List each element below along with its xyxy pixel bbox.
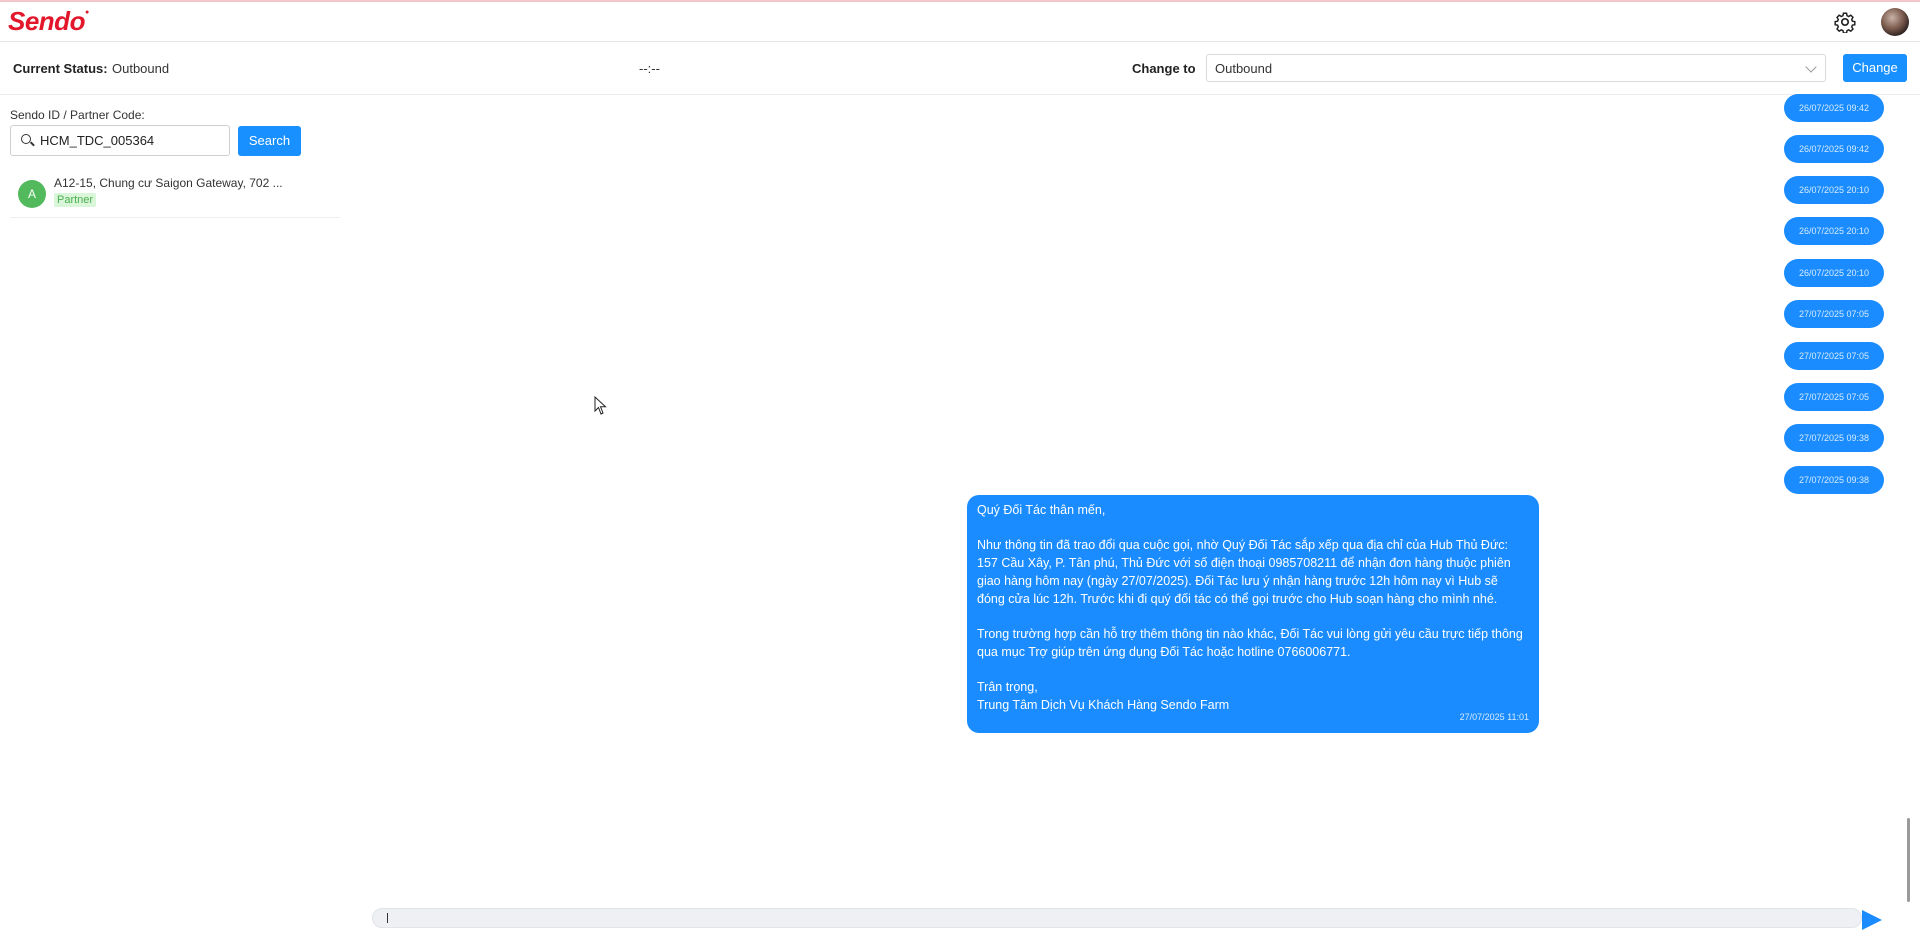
message-bubble: 26/07/2025 09:42 [1784,135,1884,163]
message-line [977,608,1529,626]
message-bubble: 26/07/2025 20:10 [1784,217,1884,245]
partner-name: A12-15, Chung cư Saigon Gateway, 702 ... [54,176,283,190]
message-line [977,520,1529,538]
message-line: Như thông tin đã trao đổi qua cuộc gọi, … [977,538,1515,606]
message-line: Trong trường hợp cần hỗ trợ thêm thông t… [977,626,1527,659]
message-line: Trân trọng, [977,680,1038,695]
message-bubble: 27/07/2025 07:05 [1784,300,1884,328]
mouse-cursor-icon [594,396,607,415]
message-bubble: 27/07/2025 09:38 [1784,424,1884,452]
partner-tag: Partner [54,193,97,207]
sidebar: Sendo ID / Partner Code: HCM_TDC_005364 … [0,96,345,921]
status-select[interactable]: Outbound [1206,54,1826,82]
sendo-logo[interactable]: Sendo● [8,6,89,37]
message-bubble: 26/07/2025 20:10 [1784,259,1884,287]
message-bubble: 27/07/2025 07:05 [1784,342,1884,370]
message-bubble: 27/07/2025 07:05 [1784,383,1884,411]
gear-icon[interactable] [1834,11,1856,33]
change-to-label: Change to [1132,61,1196,76]
status-select-value: Outbound [1215,61,1273,76]
change-button[interactable]: Change [1843,54,1907,82]
current-status-label: Current Status: [13,61,108,76]
current-status-value: Outbound [112,61,170,76]
partner-avatar: A [18,180,46,208]
top-header: Sendo● [0,2,1920,42]
message-line: Quý Đối Tác thân mến, [977,503,1106,517]
message-time: 27/07/2025 11:01 [1459,712,1529,723]
status-bar: Current Status: Outbound --:-- Change to… [0,43,1920,95]
search-label: Sendo ID / Partner Code: [10,108,145,122]
search-input[interactable]: HCM_TDC_005364 [10,125,230,156]
search-icon [21,134,31,144]
send-icon[interactable] [1862,910,1882,930]
partner-list-item[interactable]: A A12-15, Chung cư Saigon Gateway, 702 .… [10,174,340,218]
text-caret [387,913,388,923]
call-timer: --:-- [639,61,660,76]
message-input[interactable] [372,908,1862,928]
search-input-value: HCM_TDC_005364 [40,133,155,148]
chat-scrollbar[interactable] [1907,818,1910,902]
message-bubble-text: Quý Đối Tác thân mến, Như thông tin đã t… [967,495,1539,733]
message-bubble: 26/07/2025 09:42 [1784,94,1884,122]
message-line [977,661,1529,679]
search-button[interactable]: Search [238,126,301,156]
chat-panel: 26/07/2025 09:42 26/07/2025 09:42 26/07/… [345,94,1920,901]
message-bubble: 26/07/2025 20:10 [1784,176,1884,204]
message-line: Trung Tâm Dịch Vụ Khách Hàng Sendo Farm [977,697,1230,712]
message-bubble: 27/07/2025 09:38 [1784,466,1884,494]
user-avatar[interactable] [1881,8,1909,36]
chevron-down-icon [1805,61,1817,73]
